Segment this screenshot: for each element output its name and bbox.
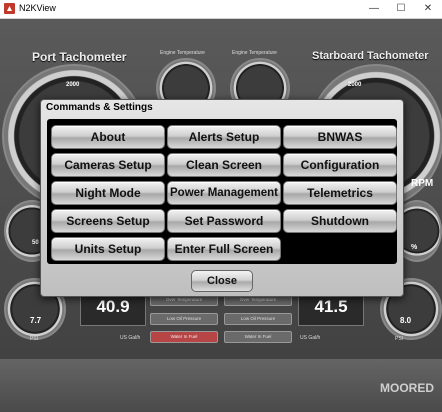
unit-gal-left: US Gal/h xyxy=(120,335,141,341)
bnwas-button[interactable]: BNWAS xyxy=(283,125,397,149)
dialog-title: Commands & Settings xyxy=(46,102,153,113)
alarm-indicator: Water In Fuel xyxy=(224,331,292,343)
command-button-grid: About Alerts Setup BNWAS Cameras Setup C… xyxy=(47,119,397,264)
alerts-setup-button[interactable]: Alerts Setup xyxy=(167,125,281,149)
maximize-button[interactable]: ☐ xyxy=(389,0,413,18)
commands-settings-dialog: Commands & Settings About Alerts Setup B… xyxy=(40,99,404,297)
alarm-indicator: Low Oil Pressure xyxy=(150,313,218,325)
starboard-tachometer-title: Starboard Tachometer xyxy=(312,50,429,62)
configuration-button[interactable]: Configuration xyxy=(283,153,397,177)
telemetrics-button[interactable]: Telemetrics xyxy=(283,181,397,205)
percent-label: % xyxy=(411,244,418,251)
fuel-right-value: 8.0 xyxy=(400,316,412,325)
engine-temperature-label-2: Engine Temperature xyxy=(232,50,277,56)
moored-status: MOORED xyxy=(380,381,434,395)
minimize-button[interactable]: — xyxy=(362,0,386,18)
cameras-setup-button[interactable]: Cameras Setup xyxy=(51,153,165,177)
enter-full-screen-button[interactable]: Enter Full Screen xyxy=(167,237,281,261)
port-fuel-rate-display: 40.9 xyxy=(80,292,146,326)
starboard-tick-label: 2000 xyxy=(348,82,362,88)
status-bar xyxy=(0,359,442,412)
engine-temperature-label-1: Engine Temperature xyxy=(160,50,205,56)
port-tachometer-title: Port Tachometer xyxy=(32,50,127,64)
power-management-button[interactable]: Power Management xyxy=(167,181,281,205)
close-dialog-button[interactable]: Close xyxy=(191,270,253,292)
units-setup-button[interactable]: Units Setup xyxy=(51,237,165,261)
set-password-button[interactable]: Set Password xyxy=(167,209,281,233)
close-window-button[interactable]: ✕ xyxy=(416,0,440,18)
left-engine-gauge-value: 50 xyxy=(32,240,39,246)
app-logo-icon xyxy=(4,3,15,14)
starboard-fuel-rate-display: 41.5 xyxy=(298,292,364,326)
port-tick-label: 2000 xyxy=(66,82,80,88)
shutdown-button[interactable]: Shutdown xyxy=(283,209,397,233)
unit-psi-left: PSI xyxy=(30,336,39,342)
unit-psi-right: PSI xyxy=(395,336,404,342)
title-bar: N2KView — ☐ ✕ xyxy=(0,0,442,19)
window-title: N2KView xyxy=(19,3,56,13)
screens-setup-button[interactable]: Screens Setup xyxy=(51,209,165,233)
alarm-indicator: Low Oil Pressure xyxy=(224,313,292,325)
fuel-left-value: 7.7 xyxy=(30,316,42,325)
clean-screen-button[interactable]: Clean Screen xyxy=(167,153,281,177)
rpm-label: RPM xyxy=(411,178,434,189)
night-mode-button[interactable]: Night Mode xyxy=(51,181,165,205)
alarm-indicator-active: Water In Fuel xyxy=(150,331,218,343)
unit-gal-right: US Gal/h xyxy=(300,335,321,341)
about-button[interactable]: About xyxy=(51,125,165,149)
